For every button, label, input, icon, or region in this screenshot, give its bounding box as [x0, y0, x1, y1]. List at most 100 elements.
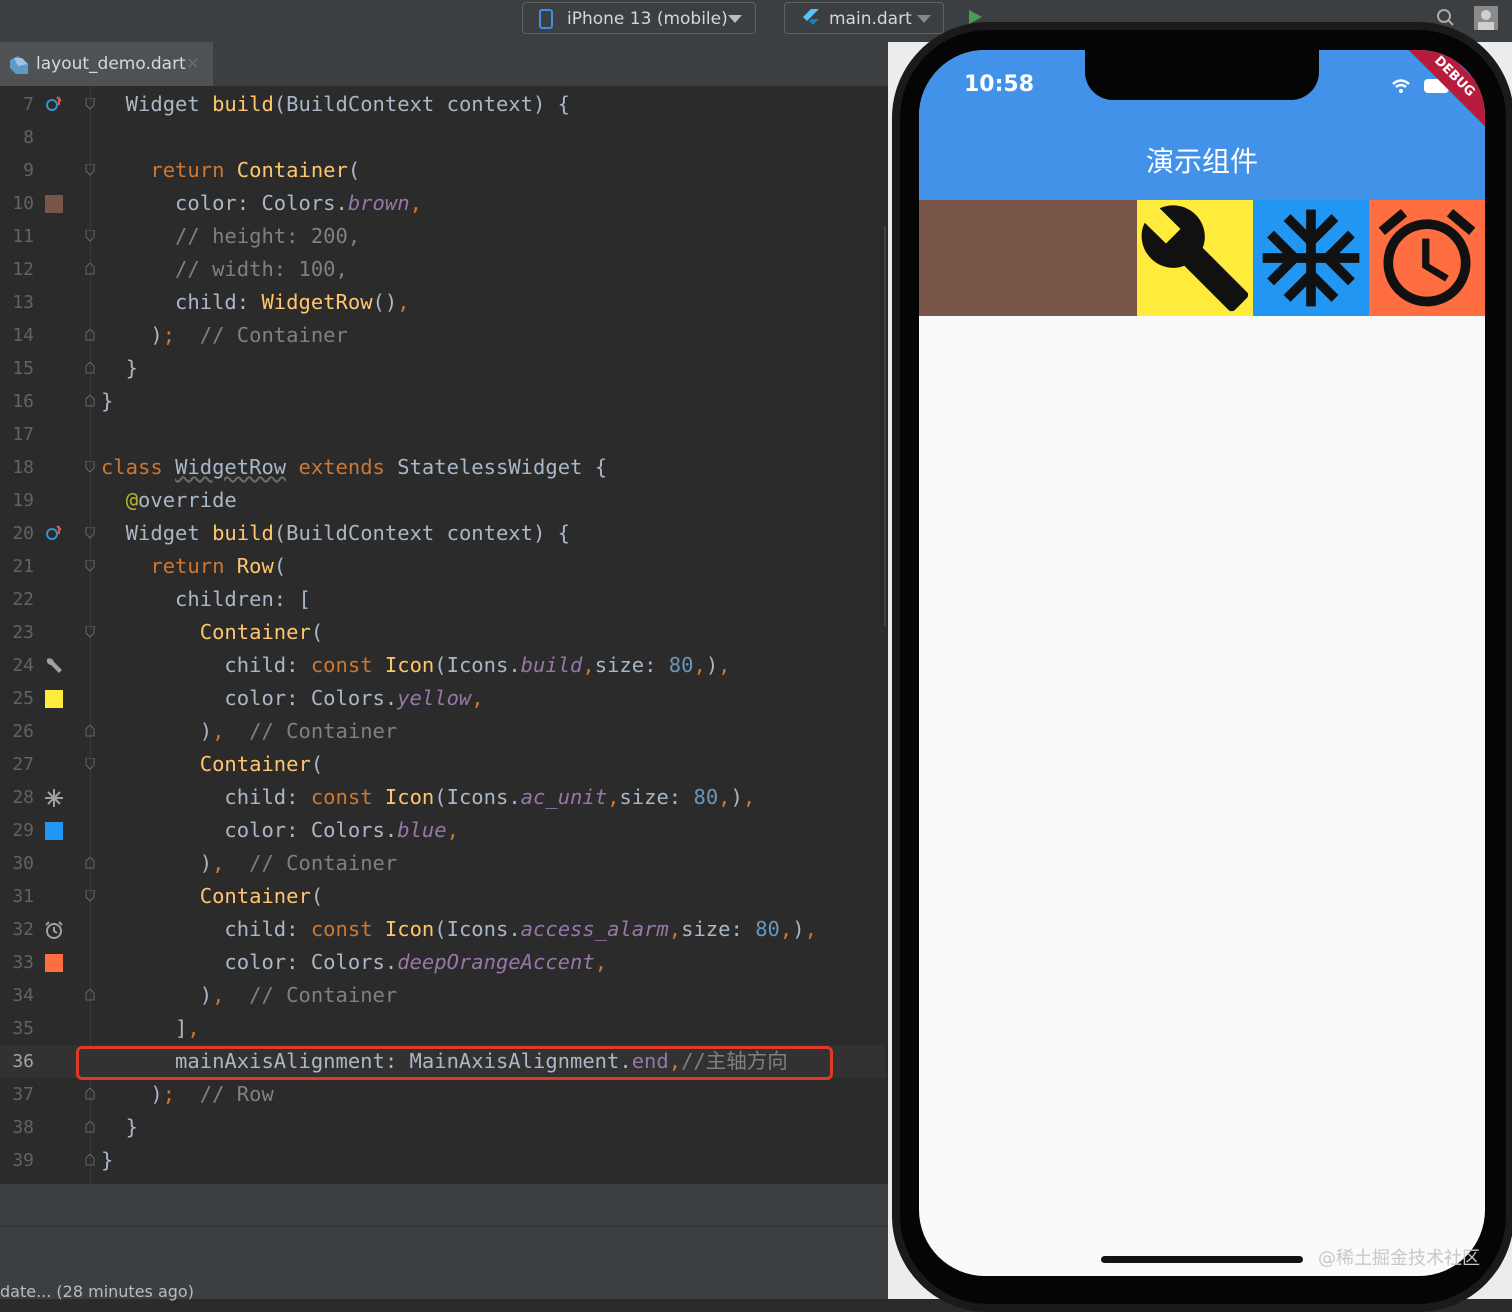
line-number: 23 [12, 622, 34, 643]
home-indicator[interactable] [1101, 1256, 1303, 1263]
chevron-down-icon [917, 15, 931, 23]
line-number: 13 [12, 292, 34, 313]
code-text: } [101, 356, 139, 380]
code-text: child: WidgetRow(), [101, 290, 410, 314]
config-label: main.dart [829, 9, 912, 29]
line-number: 24 [12, 655, 34, 676]
code-text: ), // Container [101, 851, 398, 875]
override-marker-icon[interactable] [44, 524, 64, 544]
fold-icon[interactable] [85, 857, 95, 869]
code-line: 32 child: const Icon(Icons.access_alarm,… [0, 913, 886, 946]
code-text: color: Colors.yellow, [101, 686, 484, 710]
snowflake-icon-preview[interactable] [44, 788, 64, 808]
code-text: Container( [199, 752, 324, 776]
orange-container [1369, 200, 1485, 316]
highlight-box [76, 1046, 833, 1080]
line-number: 18 [12, 457, 34, 478]
chevron-down-icon [728, 15, 742, 23]
color-swatch-deep-orange[interactable] [44, 953, 64, 973]
fold-icon[interactable] [85, 329, 95, 341]
fold-icon[interactable] [85, 362, 95, 374]
fold-icon[interactable] [85, 461, 95, 473]
code-text: class WidgetRow extends StatelessWidget … [101, 455, 608, 479]
status-time: 10:58 [964, 72, 1035, 97]
fold-icon[interactable] [85, 1154, 95, 1166]
fold-icon[interactable] [85, 626, 95, 638]
device-label: iPhone 13 (mobile) [567, 9, 728, 29]
fold-icon[interactable] [85, 890, 95, 902]
fold-icon[interactable] [85, 1088, 95, 1100]
override-marker-icon[interactable] [44, 95, 64, 115]
code-text: // width: 100, [101, 257, 348, 281]
code-line: 23 Container( [0, 616, 886, 649]
line-number: 10 [12, 193, 34, 214]
device-selector[interactable]: iPhone 13 (mobile) [522, 2, 756, 34]
code-text: ); // Row [101, 1082, 274, 1106]
run-config-selector[interactable]: main.dart [784, 2, 944, 34]
code-editor[interactable]: 7 Widget build(BuildContext context) { 8… [0, 86, 886, 1184]
code-text: return Container( [150, 158, 361, 182]
code-text: color: Colors.brown, [101, 191, 422, 215]
code-text: return Row( [150, 554, 287, 578]
status-text: date... (28 minutes ago) [0, 1282, 194, 1301]
watermark: @稀土掘金技术社区 [1318, 1248, 1480, 1269]
fold-icon[interactable] [85, 263, 95, 275]
phone-icon [539, 9, 553, 29]
code-line: 13 child: WidgetRow(), [0, 286, 886, 319]
line-number: 38 [12, 1117, 34, 1138]
code-line: 38 } [0, 1111, 886, 1144]
build-icon-preview[interactable] [44, 656, 64, 676]
code-text: ), // Container [101, 983, 398, 1007]
code-text: // height: 200, [101, 224, 361, 248]
blue-container [1253, 200, 1369, 316]
code-text: color: Colors.deepOrangeAccent, [101, 950, 608, 974]
code-line: 10 color: Colors.brown, [0, 187, 886, 220]
fold-icon[interactable] [85, 725, 95, 737]
alarm-icon-preview[interactable] [44, 920, 64, 940]
code-text: color: Colors.blue, [101, 818, 459, 842]
color-swatch-yellow[interactable] [44, 689, 64, 709]
code-text: children: [ [101, 587, 311, 611]
widget-row [919, 200, 1485, 316]
fold-icon[interactable] [85, 230, 95, 242]
fold-icon[interactable] [85, 989, 95, 1001]
snowflake-icon [1262, 209, 1360, 307]
fold-icon[interactable] [85, 560, 95, 572]
line-number: 22 [12, 589, 34, 610]
app-title: 演示组件 [1145, 145, 1258, 178]
code-line: 8 [0, 121, 886, 154]
fold-icon[interactable] [85, 527, 95, 539]
line-number: 12 [12, 259, 34, 280]
yellow-container [1137, 200, 1253, 316]
code-text: @override [125, 488, 237, 512]
fold-icon[interactable] [85, 758, 95, 770]
code-line: 33 color: Colors.deepOrangeAccent, [0, 946, 886, 979]
line-number: 26 [12, 721, 34, 742]
code-line: 34 ), // Container [0, 979, 886, 1012]
code-line: 7 Widget build(BuildContext context) { [0, 88, 886, 121]
code-text: Widget build(BuildContext context) { [101, 521, 571, 545]
fold-icon[interactable] [85, 1121, 95, 1133]
tab-label: layout_demo.dart [36, 54, 186, 74]
line-number: 28 [12, 787, 34, 808]
code-line: 24 child: const Icon(Icons.build,size: 8… [0, 649, 886, 682]
phone-screen[interactable]: 10:58 演示组件 DEBUG [919, 50, 1485, 1276]
code-line: 30 ), // Container [0, 847, 886, 880]
code-line: 21 return Row( [0, 550, 886, 583]
line-number: 20 [12, 523, 34, 544]
fold-icon[interactable] [85, 395, 95, 407]
close-icon[interactable]: ✕ [186, 42, 199, 86]
tab-layout-demo[interactable]: layout_demo.dart ✕ [0, 42, 213, 86]
avatar-icon[interactable] [1474, 6, 1498, 30]
color-swatch-brown[interactable] [44, 194, 64, 214]
color-swatch-blue[interactable] [44, 821, 64, 841]
code-line: 19 @override [0, 484, 886, 517]
code-line: 25 color: Colors.yellow, [0, 682, 886, 715]
code-line: 16 } [0, 385, 886, 418]
code-text: Container( [199, 884, 324, 908]
code-text: child: const Icon(Icons.access_alarm,siz… [101, 917, 817, 941]
fold-icon[interactable] [85, 98, 95, 110]
fold-icon[interactable] [85, 164, 95, 176]
code-line: 27 Container( [0, 748, 886, 781]
code-line: 26 ), // Container [0, 715, 886, 748]
